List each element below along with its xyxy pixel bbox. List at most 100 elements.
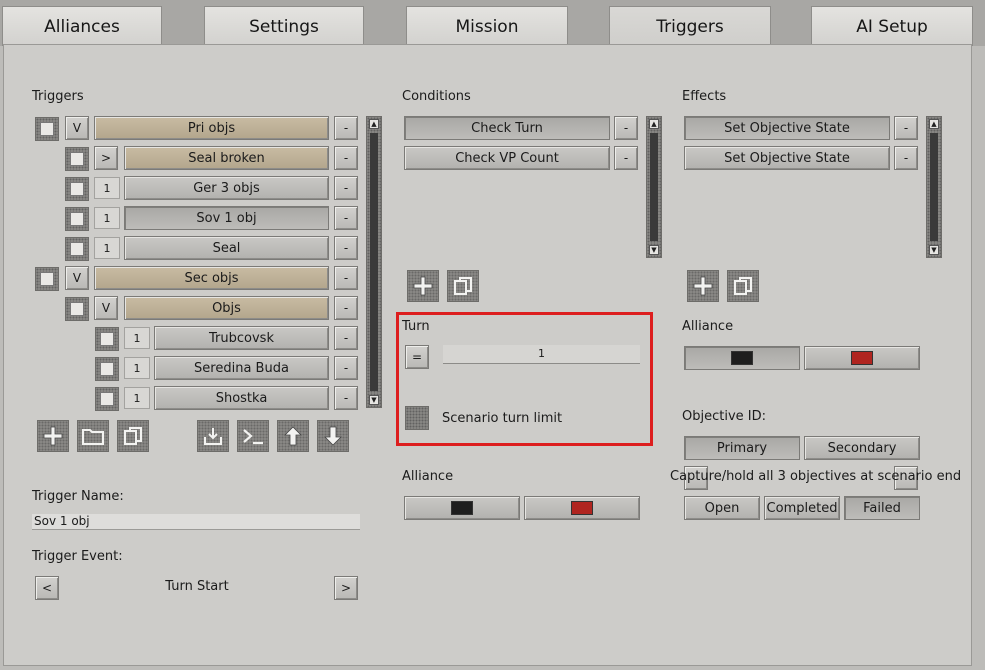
objective-primary-button[interactable]: Primary (684, 436, 800, 460)
move-up-icon (284, 426, 302, 446)
trigger-row[interactable]: Objs (124, 296, 329, 320)
turn-value-input[interactable]: 1 (443, 345, 640, 364)
trigger-checkbox[interactable] (35, 267, 59, 291)
turn-operator-button[interactable]: = (405, 345, 429, 369)
console-button[interactable] (237, 420, 269, 452)
tab-bar: Alliances Settings Mission Triggers AI S… (0, 0, 985, 46)
objective-description: Capture/hold all 3 objectives at scenari… (670, 469, 962, 484)
objective-id-heading: Objective ID: (682, 409, 766, 424)
remove-trigger-button[interactable]: - (334, 176, 358, 200)
trigger-checkbox[interactable] (65, 207, 89, 231)
trigger-expand-toggle[interactable]: V (65, 116, 89, 140)
trigger-row[interactable]: Shostka (154, 386, 329, 410)
state-completed-button[interactable]: Completed (764, 496, 840, 520)
remove-effect-button[interactable]: - (894, 146, 918, 170)
trigger-row[interactable]: Seal (124, 236, 329, 260)
remove-trigger-button[interactable]: - (334, 386, 358, 410)
move-down-button[interactable] (317, 420, 349, 452)
conditions-scrollbar[interactable]: ▲ ▼ (646, 116, 662, 258)
trigger-expand-toggle[interactable]: > (94, 146, 118, 170)
objective-secondary-button[interactable]: Secondary (804, 436, 920, 460)
remove-condition-button[interactable]: - (614, 146, 638, 170)
trigger-name-input[interactable]: Sov 1 obj (32, 514, 360, 530)
add-folder-button[interactable] (77, 420, 109, 452)
copy-trigger-button[interactable] (117, 420, 149, 452)
trigger-row[interactable]: Sec objs (94, 266, 329, 290)
event-next-button[interactable]: > (334, 576, 358, 600)
scroll-thumb[interactable] (930, 133, 938, 241)
add-icon (43, 426, 63, 446)
conditions-heading: Conditions (402, 89, 471, 104)
trigger-checkbox[interactable] (65, 297, 89, 321)
trigger-expand-toggle[interactable]: V (94, 296, 118, 320)
trigger-row[interactable]: Seal broken (124, 146, 329, 170)
alliance-button-1[interactable] (684, 346, 800, 370)
trigger-count: 1 (94, 237, 120, 259)
add-icon (693, 276, 713, 296)
trigger-checkbox[interactable] (95, 327, 119, 351)
folder-icon (82, 429, 104, 445)
remove-trigger-button[interactable]: - (334, 146, 358, 170)
scroll-up-icon[interactable]: ▲ (929, 119, 939, 129)
trigger-checkbox[interactable] (65, 237, 89, 261)
remove-trigger-button[interactable]: - (334, 356, 358, 380)
trigger-checkbox[interactable] (65, 147, 89, 171)
add-trigger-button[interactable] (37, 420, 69, 452)
trigger-row[interactable]: Seredina Buda (154, 356, 329, 380)
remove-trigger-button[interactable]: - (334, 326, 358, 350)
remove-effect-button[interactable]: - (894, 116, 918, 140)
trigger-row[interactable]: Pri objs (94, 116, 329, 140)
tab-alliances[interactable]: Alliances (2, 6, 162, 46)
remove-trigger-button[interactable]: - (334, 116, 358, 140)
effect-row-selected[interactable]: Set Objective State (684, 116, 890, 140)
state-open-button[interactable]: Open (684, 496, 760, 520)
effects-heading: Effects (682, 89, 727, 104)
tab-ai-setup[interactable]: AI Setup (811, 6, 973, 46)
import-button[interactable] (197, 420, 229, 452)
state-failed-button[interactable]: Failed (844, 496, 920, 520)
scroll-thumb[interactable] (650, 133, 658, 241)
scroll-up-icon[interactable]: ▲ (369, 119, 379, 129)
remove-trigger-button[interactable]: - (334, 206, 358, 230)
triggers-scrollbar[interactable]: ▲ ▼ (366, 116, 382, 408)
alliance-button-1[interactable] (404, 496, 520, 520)
trigger-row[interactable]: Ger 3 objs (124, 176, 329, 200)
scroll-down-icon[interactable]: ▼ (649, 245, 659, 255)
effects-scrollbar[interactable]: ▲ ▼ (926, 116, 942, 258)
trigger-checkbox[interactable] (95, 357, 119, 381)
trigger-expand-toggle[interactable]: V (65, 266, 89, 290)
trigger-count: 1 (94, 207, 120, 229)
tab-triggers[interactable]: Triggers (609, 6, 771, 46)
scenario-turn-limit-checkbox[interactable] (405, 406, 429, 430)
tab-settings[interactable]: Settings (204, 6, 364, 46)
scroll-up-icon[interactable]: ▲ (649, 119, 659, 129)
copy-effect-button[interactable] (727, 270, 759, 302)
move-up-button[interactable] (277, 420, 309, 452)
tab-mission[interactable]: Mission (406, 6, 568, 46)
scroll-down-icon[interactable]: ▼ (369, 395, 379, 405)
remove-condition-button[interactable]: - (614, 116, 638, 140)
trigger-row[interactable]: Trubcovsk (154, 326, 329, 350)
add-effect-button[interactable] (687, 270, 719, 302)
alliance-button-2[interactable] (524, 496, 640, 520)
add-condition-button[interactable] (407, 270, 439, 302)
copy-icon (124, 427, 142, 445)
condition-row-selected[interactable]: Check Turn (404, 116, 610, 140)
trigger-checkbox[interactable] (65, 177, 89, 201)
scenario-turn-limit-label: Scenario turn limit (442, 411, 563, 426)
remove-trigger-button[interactable]: - (334, 266, 358, 290)
scroll-down-icon[interactable]: ▼ (929, 245, 939, 255)
trigger-checkbox[interactable] (95, 387, 119, 411)
condition-row[interactable]: Check VP Count (404, 146, 610, 170)
remove-trigger-button[interactable]: - (334, 296, 358, 320)
move-down-icon (324, 426, 342, 446)
event-prev-button[interactable]: < (35, 576, 59, 600)
scroll-thumb[interactable] (370, 133, 378, 391)
trigger-row-selected[interactable]: Sov 1 obj (124, 206, 329, 230)
tab-label: AI Setup (856, 16, 928, 37)
copy-condition-button[interactable] (447, 270, 479, 302)
remove-trigger-button[interactable]: - (334, 236, 358, 260)
alliance-button-2[interactable] (804, 346, 920, 370)
trigger-checkbox[interactable] (35, 117, 59, 141)
effect-row[interactable]: Set Objective State (684, 146, 890, 170)
